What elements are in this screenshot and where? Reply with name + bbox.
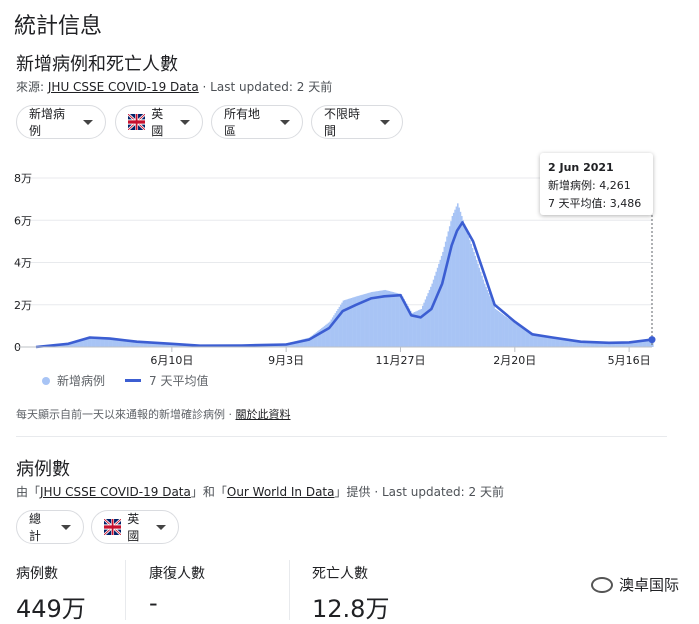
y-tick-label: 4万	[14, 257, 32, 270]
uk-flag-icon	[128, 114, 145, 130]
about-data-link[interactable]: 關於此資料	[236, 408, 291, 421]
line-legend-swatch	[125, 379, 141, 382]
source-link[interactable]: JHU CSSE COVID-19 Data	[48, 80, 199, 94]
uk-flag-icon	[104, 519, 121, 535]
case-source-line: 由「JHU CSSE COVID-19 Data」和「Our World In …	[16, 483, 504, 500]
jhu-source-link[interactable]: JHU CSSE COVID-19 Data	[40, 485, 191, 499]
chevron-down-icon	[61, 525, 71, 530]
x-tick-label: 2月20日	[493, 354, 536, 367]
page-heading: 統計信息	[14, 8, 102, 40]
country-filter-dropdown[interactable]: 英國	[115, 105, 203, 139]
country-filter-dropdown-2[interactable]: 英國	[91, 510, 179, 544]
chevron-down-icon	[156, 525, 166, 530]
chevron-down-icon	[180, 120, 190, 125]
data-note: 每天顯示自前一天以來通報的新增確診病例 · 關於此資料	[16, 406, 291, 422]
y-tick-label: 6万	[14, 214, 32, 227]
region-filter-dropdown[interactable]: 所有地區	[211, 105, 303, 139]
time-filter-dropdown[interactable]: 不限時間	[311, 105, 403, 139]
stat-deaths: 死亡人數 12.8万	[312, 563, 389, 624]
x-tick-label: 11月27日	[375, 354, 425, 367]
x-tick-label: 9月3日	[268, 354, 304, 367]
chart-legend: 新增病例 7 天平均值	[42, 372, 208, 389]
metric-filter-dropdown[interactable]: 新增病例	[16, 105, 106, 139]
chart-tooltip: 2 Jun 2021 新增病例: 4,261 7 天平均值: 3,486	[540, 153, 653, 215]
case-count-title: 病例數	[16, 455, 70, 481]
stat-separator	[289, 560, 290, 620]
chevron-down-icon	[380, 120, 390, 125]
section-divider	[16, 436, 667, 437]
stat-separator	[125, 560, 126, 620]
chevron-down-icon	[280, 120, 290, 125]
owid-source-link[interactable]: Our World In Data	[227, 485, 335, 499]
x-tick-label: 6月10日	[150, 354, 193, 367]
watermark: 澳卓国际	[591, 574, 679, 595]
hover-point	[649, 336, 656, 343]
section-title: 新增病例和死亡人數	[16, 50, 178, 76]
chevron-down-icon	[83, 120, 93, 125]
x-tick-label: 5月16日	[608, 354, 651, 367]
y-tick-label: 8万	[14, 172, 32, 185]
bar-legend-swatch	[42, 377, 50, 385]
stat-cases: 病例數 449万	[16, 563, 86, 624]
stat-recovered: 康復人數 -	[149, 563, 205, 617]
chat-bubble-icon	[591, 577, 613, 593]
y-tick-label: 2万	[14, 299, 32, 312]
source-line: 來源: JHU CSSE COVID-19 Data · Last update…	[16, 78, 332, 95]
total-filter-dropdown[interactable]: 總計	[16, 510, 84, 544]
